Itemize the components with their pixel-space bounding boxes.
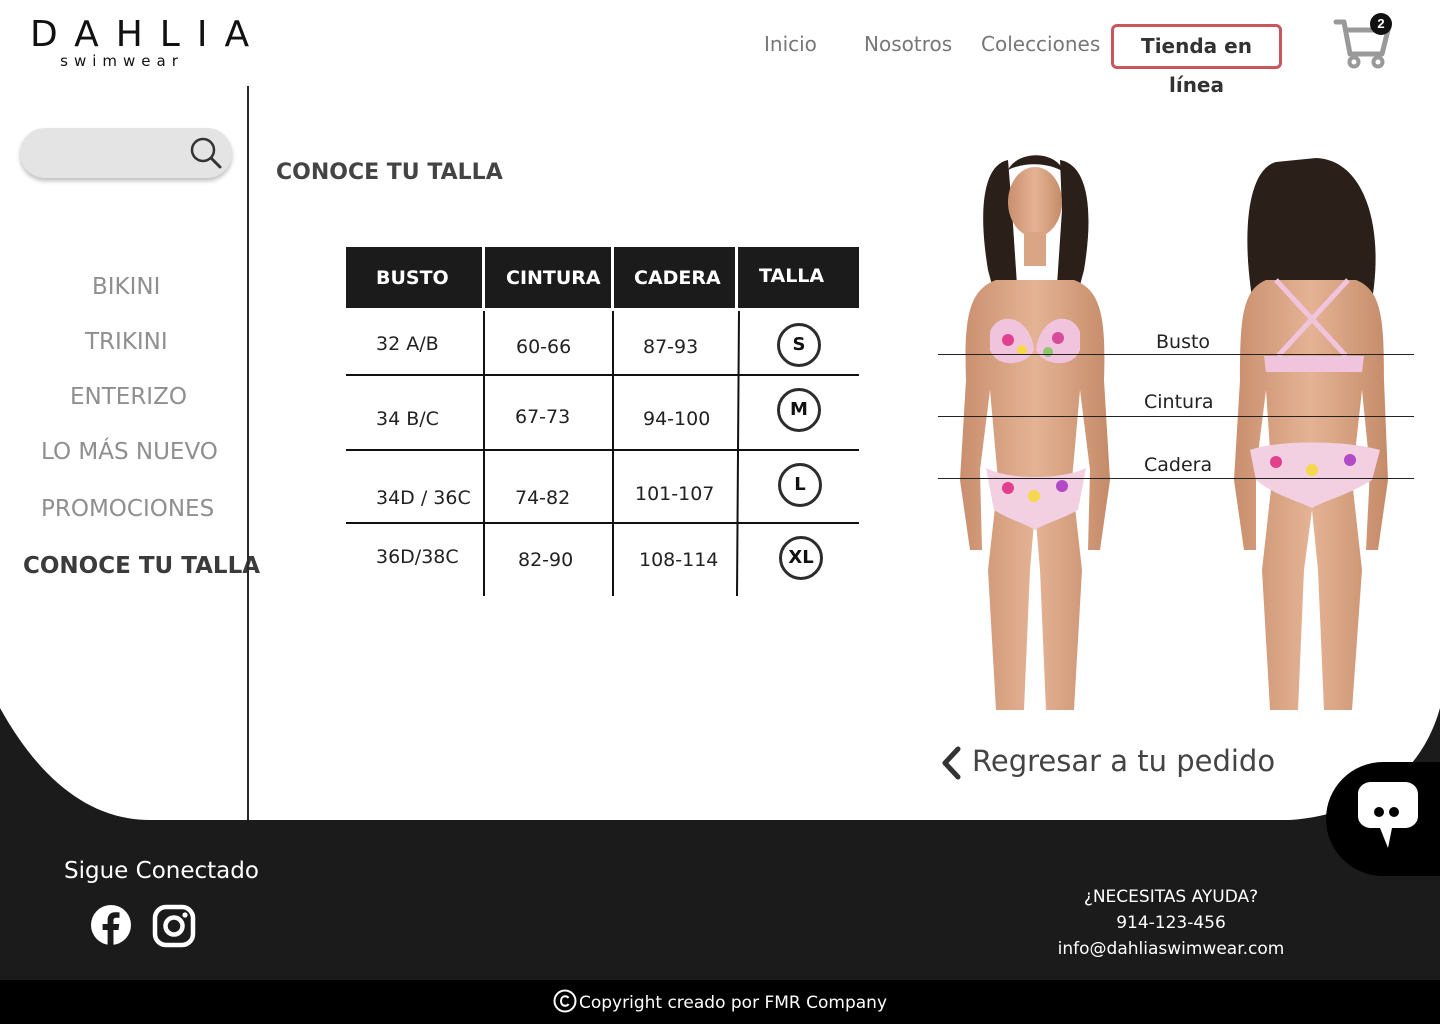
table-cell: 87-93 <box>643 336 699 358</box>
chat-icon <box>1358 782 1418 848</box>
follow-label: Sigue Conectado <box>64 858 259 884</box>
table-header-busto: BUSTO <box>346 247 482 308</box>
logo-wordmark: DAHLIA <box>30 14 267 55</box>
help-title: ¿NECESITAS AYUDA? <box>1083 887 1259 907</box>
sidebar-item-trikini[interactable]: TRIKINI <box>85 329 168 355</box>
model-photo <box>960 155 1388 710</box>
size-badge-s: S <box>777 323 821 367</box>
chat-button[interactable] <box>1326 762 1440 876</box>
chevron-left-icon <box>942 746 961 780</box>
table-cell: 108-114 <box>639 549 719 571</box>
table-divider <box>736 310 740 597</box>
back-to-order-link[interactable]: Regresar a tu pedido <box>938 744 1275 782</box>
help-contact: ¿NECESITAS AYUDA? 914-123-456 info@dahli… <box>1040 884 1302 962</box>
sidebar-item-bikini[interactable]: BIKINI <box>92 274 160 300</box>
nav-nosotros[interactable]: Nosotros <box>864 32 952 56</box>
busto-line <box>938 354 1414 355</box>
cart-count-badge: 2 <box>1370 13 1392 35</box>
copyright-bar: Copyright creado por FMR Company <box>0 980 1440 1024</box>
search-box[interactable] <box>20 128 232 178</box>
nav-tienda-button[interactable]: Tienda en línea <box>1111 24 1282 97</box>
figure-label-cadera: Cadera <box>1144 454 1213 476</box>
logo[interactable]: DAHLIA swimwear <box>22 14 267 70</box>
table-cell: 32 A/B <box>376 333 439 355</box>
table-cell: 74-82 <box>515 487 571 509</box>
table-divider <box>612 311 614 596</box>
sidebar-item-conoce-tu-talla[interactable]: CONOCE TU TALLA <box>23 553 260 579</box>
table-cell: 36D/38C <box>376 546 459 568</box>
table-header-cintura: CINTURA <box>485 247 611 308</box>
table-cell: 94-100 <box>643 408 711 430</box>
table-cell: 60-66 <box>516 336 572 358</box>
table-header-talla: TALLA <box>738 247 859 308</box>
page-title: CONOCE TU TALLA <box>276 160 503 185</box>
figure-label-cintura: Cintura <box>1144 391 1214 413</box>
table-divider <box>346 522 859 524</box>
cintura-line <box>938 416 1414 417</box>
help-phone[interactable]: 914-123-456 <box>1116 913 1226 933</box>
table-divider <box>346 374 859 376</box>
sidebar-item-lo-mas-nuevo[interactable]: LO MÁS NUEVO <box>41 439 218 465</box>
table-header-cadera: CADERA <box>614 247 735 308</box>
copyright-icon <box>553 989 577 1013</box>
nav-colecciones[interactable]: Colecciones <box>981 32 1100 56</box>
instagram-icon[interactable] <box>152 904 196 948</box>
figure-label-busto: Busto <box>1156 331 1211 353</box>
size-badge-m: M <box>777 388 821 432</box>
sidebar-item-enterizo[interactable]: ENTERIZO <box>70 384 187 410</box>
search-icon[interactable] <box>188 135 224 171</box>
nav-inicio[interactable]: Inicio <box>764 32 817 56</box>
sidebar-divider <box>247 86 249 820</box>
table-divider <box>346 449 859 451</box>
help-email[interactable]: info@dahliaswimwear.com <box>1058 939 1285 959</box>
search-input[interactable] <box>36 138 186 168</box>
facebook-icon[interactable] <box>90 904 132 946</box>
copyright-text: Copyright creado por FMR Company <box>578 993 888 1013</box>
table-cell: 34D / 36C <box>376 487 471 509</box>
size-table: BUSTO CINTURA CADERA TALLA 32 A/B 60-66 … <box>346 247 859 597</box>
back-label: Regresar a tu pedido <box>972 744 1276 778</box>
model-measurement-figure: Busto Cintura Cadera <box>938 150 1414 726</box>
size-badge-xl: XL <box>779 536 823 580</box>
table-cell: 34 B/C <box>376 408 439 430</box>
table-cell: 101-107 <box>635 483 715 505</box>
cadera-line <box>938 478 1414 479</box>
table-divider <box>483 311 485 596</box>
size-badge-l: L <box>778 463 822 507</box>
table-cell: 67-73 <box>515 406 571 428</box>
sidebar-item-promociones[interactable]: PROMOCIONES <box>41 496 214 522</box>
table-cell: 82-90 <box>518 549 574 571</box>
